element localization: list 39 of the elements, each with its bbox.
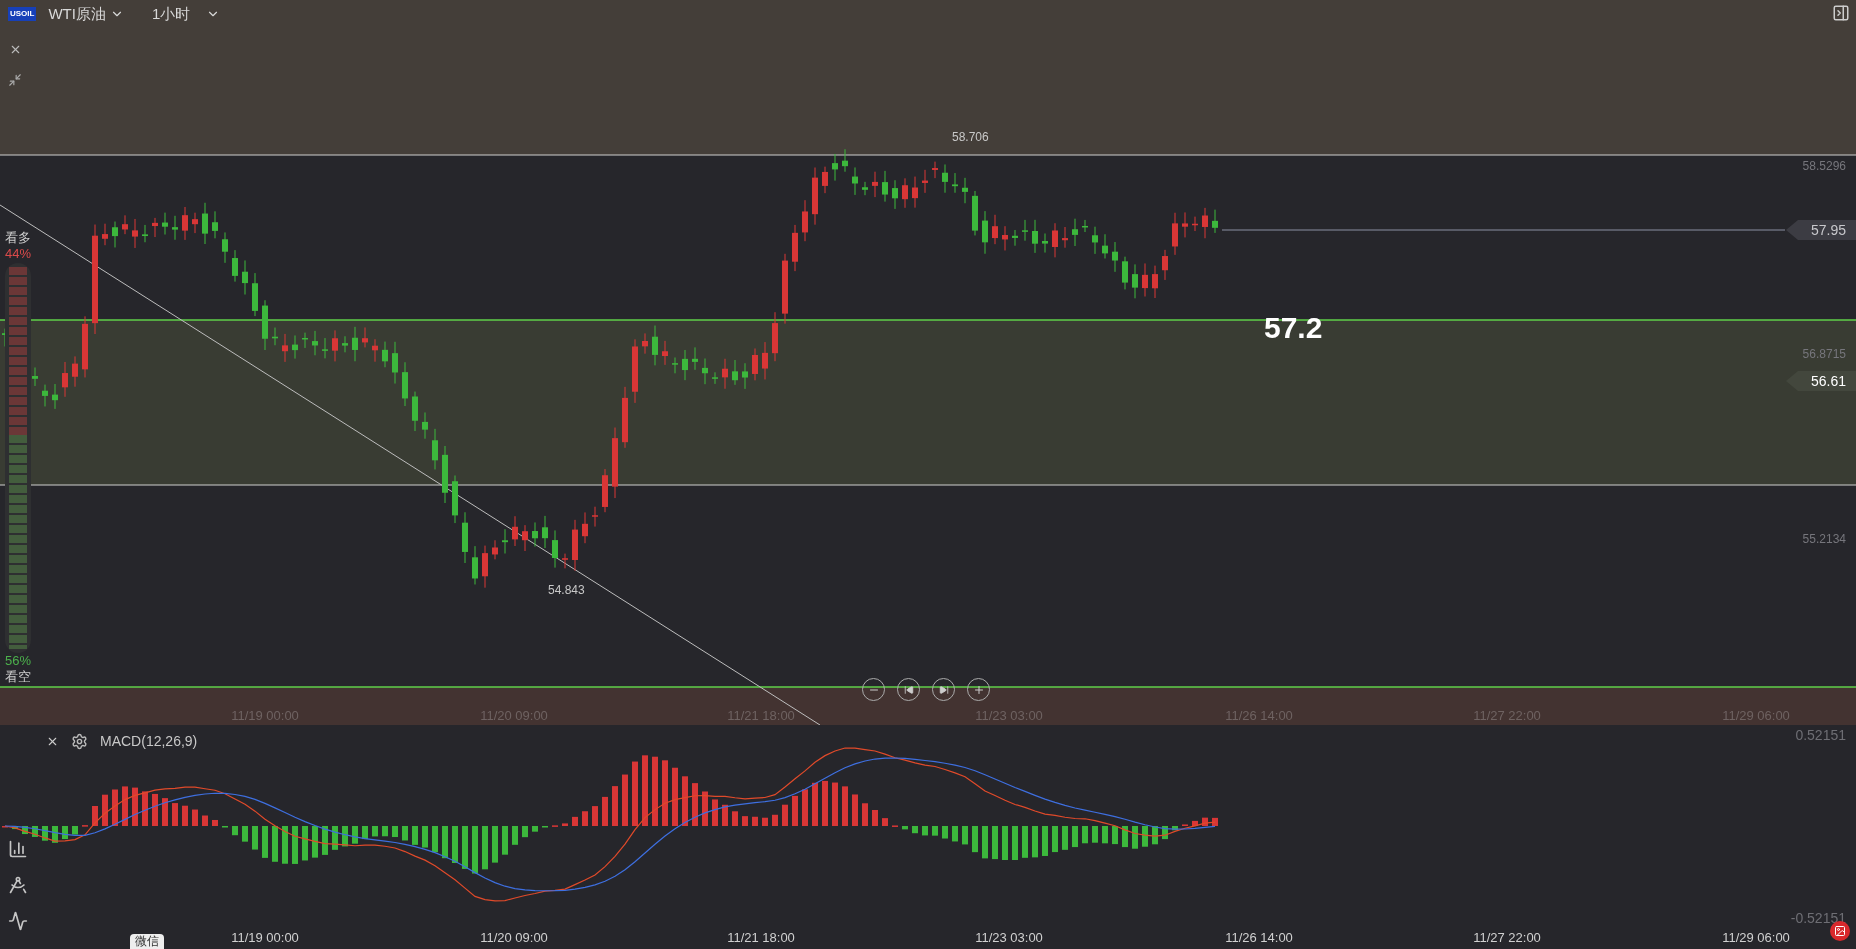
time-axis-label: 11/20 09:00 (480, 931, 548, 944)
tooltip: 微信 (130, 934, 164, 949)
bearish-percent: 56% (5, 652, 31, 669)
close-button[interactable] (9, 43, 22, 56)
time-axis-label: 11/21 18:00 (727, 931, 795, 944)
price-axis-label: 58.5296 (1802, 160, 1846, 172)
time-axis-label: 11/27 22:00 (1473, 931, 1541, 944)
zone-price-label: 57.2 (1264, 313, 1323, 343)
price-axis-label: 55.2134 (1802, 533, 1846, 545)
price-axis-label: 56.8715 (1802, 348, 1846, 360)
bullish-percent: 44% (5, 246, 31, 263)
time-axis-label: 11/29 06:00 (1722, 931, 1790, 944)
low-price-label: 54.843 (548, 584, 585, 596)
skip-forward-icon (938, 684, 949, 695)
indicator-axis-label: -0.52151 (1790, 911, 1846, 925)
price-tag: 57.95 (1786, 220, 1856, 240)
settings-button[interactable] (71, 733, 88, 750)
bullish-label: 看多 (5, 230, 31, 247)
time-axis-label: 11/23 03:00 (975, 931, 1043, 944)
plus-icon (972, 683, 985, 696)
chart-icon[interactable] (8, 839, 28, 859)
skip-back-icon (903, 684, 914, 695)
pulse-icon[interactable] (8, 911, 28, 931)
collapse-button[interactable] (8, 73, 22, 87)
image-button[interactable] (1830, 921, 1850, 941)
image-icon (1834, 925, 1846, 937)
bearish-label: 看空 (5, 668, 31, 685)
time-axis-label: 11/19 00:00 (231, 931, 299, 944)
panel-toggle-button[interactable] (1832, 4, 1850, 22)
indicator-name: MACD(12,26,9) (100, 732, 198, 751)
interval-dropdown[interactable]: 1小时 (151, 2, 221, 26)
compass-icon[interactable] (8, 875, 28, 895)
indicator-axis-label: 0.52151 (1795, 728, 1846, 742)
high-price-label: 58.706 (952, 131, 989, 143)
price-tag: 56.61 (1786, 371, 1856, 391)
symbol-logo: USOIL (8, 7, 37, 21)
close-button[interactable] (46, 735, 59, 748)
instrument-dropdown[interactable]: WTI原油 (48, 2, 124, 26)
time-axis-label: 11/26 14:00 (1225, 931, 1293, 944)
